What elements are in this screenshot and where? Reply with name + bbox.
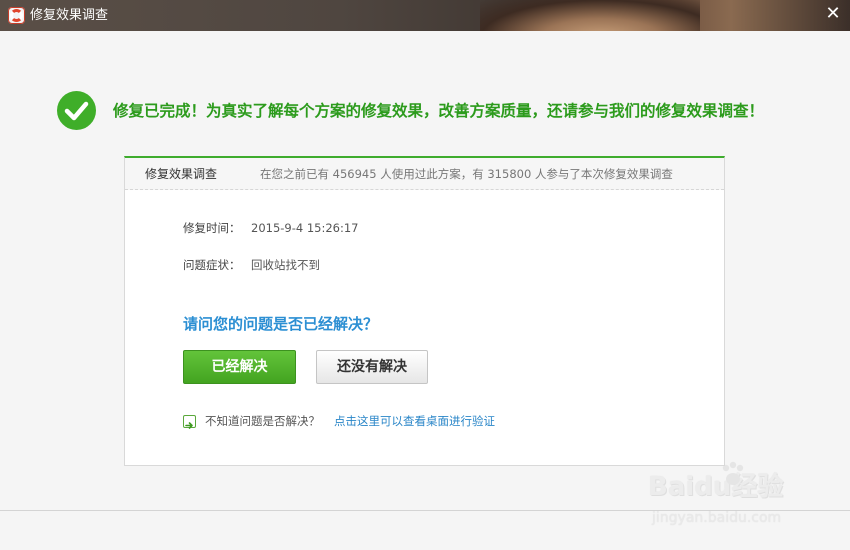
- hint-text: 不知道问题是否解决？: [205, 414, 320, 428]
- symptom-label: 问题症状：: [183, 258, 241, 272]
- lifebuoy-icon: [8, 7, 25, 24]
- completion-message: 修复已完成！为真实了解每个方案的修复效果，改善方案质量，还请参与我们的修复效果调…: [113, 102, 765, 120]
- checkmark-circle-icon: [57, 91, 96, 130]
- title-bar-background-photo: [480, 0, 700, 31]
- watermark: Baidu经验 jingyan.baidu.com: [648, 460, 838, 535]
- watermark-brand: Baidu经验: [648, 472, 784, 502]
- title-bar: 修复效果调查 ✕: [0, 0, 850, 31]
- close-icon[interactable]: ✕: [821, 3, 845, 25]
- symptom-value: 回收站找不到: [251, 258, 320, 272]
- survey-stats: 在您之前已有 456945 人使用过此方案，有 315800 人参与了本次修复效…: [260, 167, 673, 181]
- verify-desktop-link[interactable]: 点击这里可以查看桌面进行验证: [334, 414, 495, 428]
- watermark-url: jingyan.baidu.com: [652, 510, 782, 526]
- not-solved-button[interactable]: 还没有解决: [316, 350, 428, 384]
- arrow-right-icon: [183, 415, 196, 429]
- repair-time-label: 修复时间：: [183, 221, 241, 235]
- survey-card-header: 修复效果调查 在您之前已有 456945 人使用过此方案，有 315800 人参…: [125, 158, 724, 190]
- survey-card-title: 修复效果调查: [145, 167, 218, 181]
- repair-time-value: 2015-9-4 15:26:17: [251, 221, 359, 235]
- window-title: 修复效果调查: [30, 8, 109, 23]
- paw-icon: [722, 461, 744, 485]
- survey-card: 修复效果调查 在您之前已有 456945 人使用过此方案，有 315800 人参…: [124, 156, 725, 466]
- solved-button[interactable]: 已经解决: [183, 350, 296, 384]
- survey-question: 请问您的问题是否已经解决？: [183, 315, 379, 333]
